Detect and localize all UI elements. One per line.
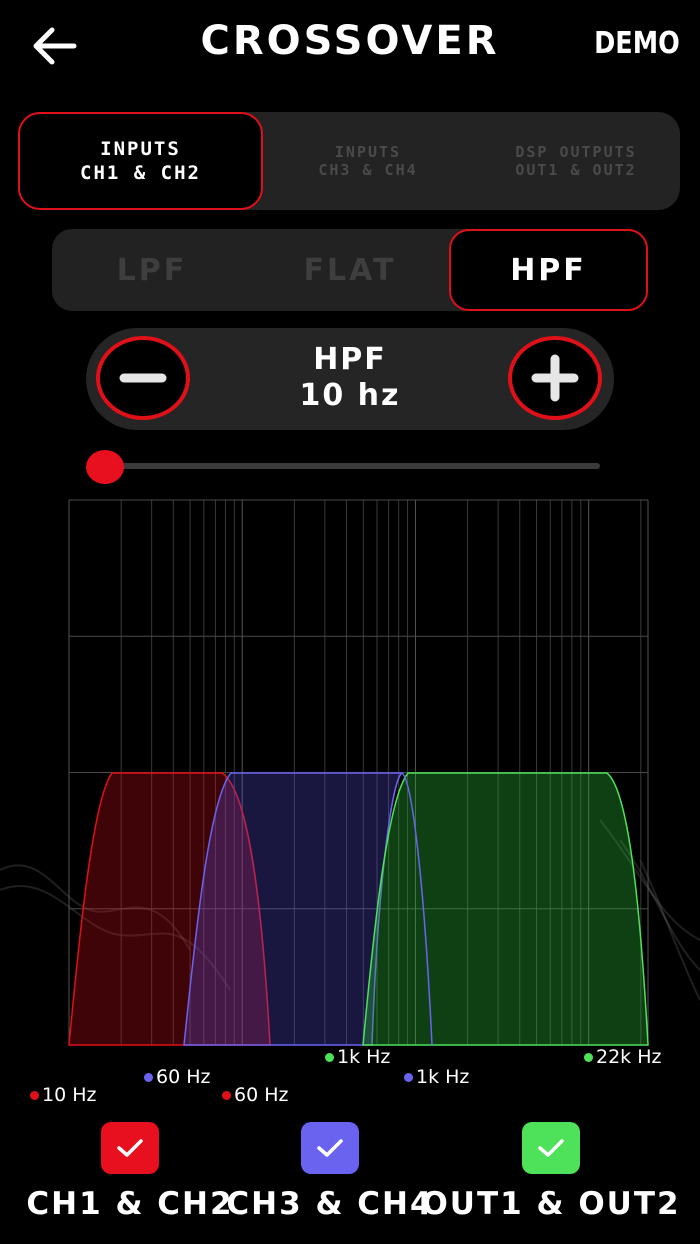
checkmark-icon (117, 1139, 143, 1157)
dot-icon (404, 1073, 413, 1082)
out1-out2-checkbox[interactable] (522, 1122, 580, 1174)
out1-out2-curve (362, 772, 649, 1046)
legend-out1-out2[interactable]: OUT1 & OUT2 (421, 1122, 679, 1222)
graph-label-text: 1k Hz (416, 1066, 470, 1088)
graph-label-text: 60 Hz (234, 1084, 289, 1106)
graph-label: 10 Hz (30, 1084, 96, 1106)
ch3-ch4-checkbox[interactable] (301, 1122, 359, 1174)
checkmark-icon (538, 1139, 564, 1157)
graph-label-text: 60 Hz (156, 1066, 211, 1088)
graph-label: 1k Hz (404, 1066, 469, 1088)
graph-label-text: 10 Hz (42, 1084, 97, 1106)
graph-label-text: 22k Hz (596, 1046, 662, 1068)
graph-label: 22k Hz (584, 1046, 661, 1068)
dot-icon (30, 1091, 39, 1100)
dot-icon (584, 1053, 593, 1062)
checkmark-icon (317, 1139, 343, 1157)
graph-label: 60 Hz (144, 1066, 210, 1088)
legend-ch3-ch4[interactable]: CH3 & CH4 (226, 1122, 432, 1222)
ch1-ch2-checkbox[interactable] (101, 1122, 159, 1174)
legend-label: CH1 & CH2 (26, 1186, 234, 1222)
crossover-graph (68, 499, 649, 1046)
legend-label: OUT1 & OUT2 (421, 1186, 681, 1222)
dot-icon (325, 1053, 334, 1062)
graph-label-text: 1k Hz (337, 1046, 391, 1068)
dot-icon (144, 1073, 153, 1082)
dot-icon (222, 1091, 231, 1100)
graph-label: 1k Hz (325, 1046, 390, 1068)
graph-label: 60 Hz (222, 1084, 288, 1106)
legend-ch1-ch2[interactable]: CH1 & CH2 (26, 1122, 232, 1222)
legend-label: CH3 & CH4 (226, 1186, 434, 1222)
